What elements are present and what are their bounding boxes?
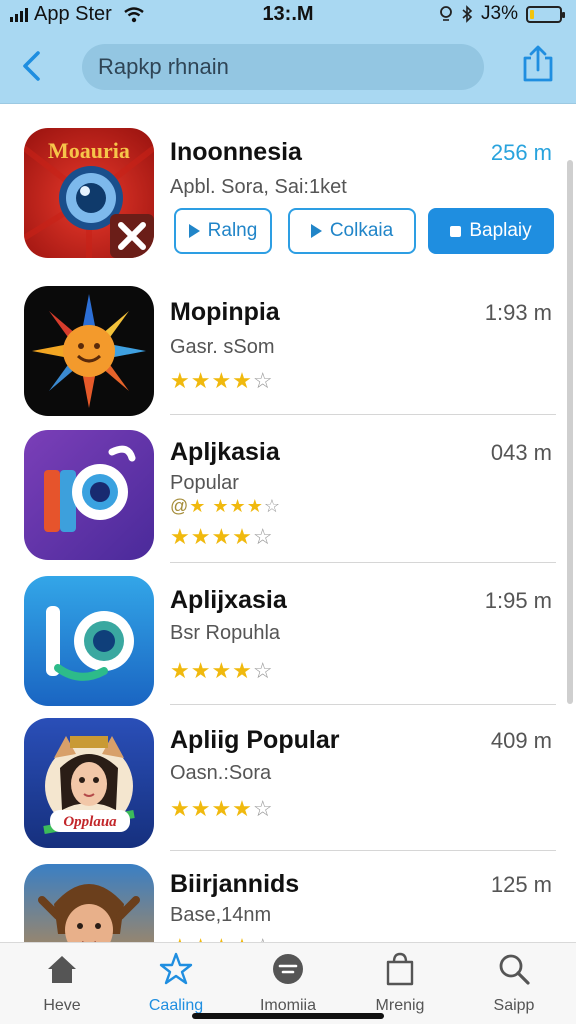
app-size: 256 m bbox=[490, 140, 552, 165]
star-empty: ☆ bbox=[252, 368, 274, 393]
top-bar: App Ster 13:.M J3% bbox=[0, 0, 576, 104]
app-subtitle: Bsr Ropuhla bbox=[170, 622, 281, 644]
share-button[interactable] bbox=[520, 44, 556, 84]
scrollbar[interactable] bbox=[567, 160, 573, 704]
star-empty: ☆ bbox=[253, 934, 274, 942]
app-icon[interactable] bbox=[24, 430, 154, 560]
app-icon[interactable]: Moauria bbox=[24, 128, 154, 258]
app-icon-text: Moauria bbox=[48, 138, 130, 163]
baplaiy-button[interactable]: Baplaiy bbox=[428, 208, 554, 254]
tab-label: Heve bbox=[43, 997, 81, 1014]
app-subtitle: Apbl. Sora, Sai:1ket bbox=[170, 176, 347, 198]
app-list: Moauria Inoonnesia Apbl. Sora, Sai:1ket … bbox=[0, 104, 576, 942]
divider bbox=[170, 850, 556, 851]
star-rating: ★★★★☆ bbox=[170, 524, 274, 550]
star-empty: ☆ bbox=[252, 524, 274, 549]
app-size: 1:95 m bbox=[484, 588, 552, 613]
star-rating: ★★★★☆ bbox=[170, 796, 274, 822]
battery-icon bbox=[526, 5, 565, 23]
app-subtitle: Base,14nm bbox=[170, 904, 272, 926]
circle-filter-icon bbox=[273, 954, 303, 984]
tab-bar: Heve Caaling Imomiia Mrenig Saipp bbox=[0, 942, 576, 1024]
play-icon bbox=[310, 224, 322, 238]
button-label: Colkaia bbox=[329, 220, 394, 241]
star-empty: ☆ bbox=[252, 658, 274, 683]
star-rating: ★★★★☆ bbox=[170, 934, 274, 942]
list-item[interactable]: Apljkasia Popular @★ ★★★☆ 043 m ★★★★☆ bbox=[0, 430, 576, 560]
back-button[interactable] bbox=[18, 48, 46, 84]
button-label: Baplaiy bbox=[469, 220, 532, 241]
home-indicator[interactable] bbox=[192, 1013, 384, 1019]
app-size: 125 m bbox=[490, 872, 552, 897]
star-rating: ★★★★☆ bbox=[170, 658, 274, 684]
list-item[interactable]: Mopinpia Gasr. sSom 1:93 m ★★★★☆ bbox=[0, 286, 576, 416]
divider bbox=[170, 414, 556, 415]
play-icon bbox=[188, 224, 200, 238]
button-label: Ralng bbox=[207, 220, 258, 241]
status-right: J3% bbox=[439, 3, 565, 25]
list-item[interactable]: Opplaua Apliig Popular Oasn.:Sora 409 m … bbox=[0, 718, 576, 848]
app-name: Aplijxasia bbox=[170, 586, 287, 614]
tab-label: Saipp bbox=[493, 997, 535, 1014]
battery-percent: J3% bbox=[481, 3, 518, 24]
star-filled: ★★★★ bbox=[170, 524, 253, 549]
star-filled: ★★★★ bbox=[170, 934, 253, 942]
star-empty: ☆ bbox=[252, 796, 274, 821]
tab-imomiia[interactable]: Imomiia bbox=[238, 951, 338, 1015]
rating-prefix: @ bbox=[170, 496, 190, 516]
home-icon bbox=[48, 956, 76, 983]
star-filled: ★★★★ bbox=[170, 368, 253, 393]
app-size: 1:93 m bbox=[484, 300, 552, 325]
app-name: Apliig Popular bbox=[170, 726, 340, 754]
app-icon[interactable] bbox=[24, 864, 154, 942]
status-bar: App Ster 13:.M J3% bbox=[0, 0, 576, 30]
stop-icon bbox=[450, 225, 462, 237]
star-rating-secondary: @★ ★★★☆ bbox=[170, 496, 281, 516]
colkaia-button[interactable]: Colkaia bbox=[288, 208, 416, 254]
list-item[interactable]: Biirjannids Base,14nm 125 m ★★★★☆ bbox=[0, 864, 576, 942]
star-filled: ★★★★ bbox=[170, 658, 253, 683]
battery-level bbox=[530, 9, 534, 19]
app-subtitle: Popular bbox=[170, 472, 239, 494]
star-rating: ★★★★☆ bbox=[170, 368, 274, 394]
app-icon[interactable] bbox=[24, 576, 154, 706]
search-bar[interactable] bbox=[82, 44, 484, 90]
search-icon bbox=[499, 954, 530, 985]
list-item[interactable]: Aplijxasia Bsr Ropuhla 1:95 m ★★★★☆ bbox=[0, 576, 576, 706]
app-name: Mopinpia bbox=[170, 298, 280, 326]
bag-icon bbox=[386, 952, 414, 986]
star-icon bbox=[159, 952, 193, 985]
list-item[interactable]: Moauria Inoonnesia Apbl. Sora, Sai:1ket … bbox=[0, 128, 576, 268]
app-icon[interactable] bbox=[24, 286, 154, 416]
app-subtitle: Oasn.:Sora bbox=[170, 762, 272, 784]
app-subtitle: Gasr. sSom bbox=[170, 336, 275, 358]
tab-saipp[interactable]: Saipp bbox=[464, 951, 564, 1015]
divider bbox=[170, 704, 556, 705]
tab-caaling[interactable]: Caaling bbox=[126, 951, 226, 1015]
app-size: 409 m bbox=[490, 728, 552, 753]
app-icon-text: Opplaua bbox=[63, 814, 117, 830]
tab-mrenig[interactable]: Mrenig bbox=[350, 951, 450, 1015]
bluetooth-icon bbox=[462, 5, 473, 23]
search-input[interactable] bbox=[82, 44, 484, 90]
divider bbox=[170, 562, 556, 563]
location-icon bbox=[440, 6, 452, 21]
tab-home[interactable]: Heve bbox=[12, 951, 112, 1015]
app-name: Biirjannids bbox=[170, 870, 300, 898]
ralng-button[interactable]: Ralng bbox=[174, 208, 272, 254]
star-filled: ★★★★ bbox=[170, 796, 253, 821]
app-name: Apljkasia bbox=[170, 438, 280, 466]
app-size: 043 m bbox=[490, 440, 552, 465]
app-name: Inoonnesia bbox=[170, 138, 302, 166]
app-icon[interactable]: Opplaua bbox=[24, 718, 154, 848]
